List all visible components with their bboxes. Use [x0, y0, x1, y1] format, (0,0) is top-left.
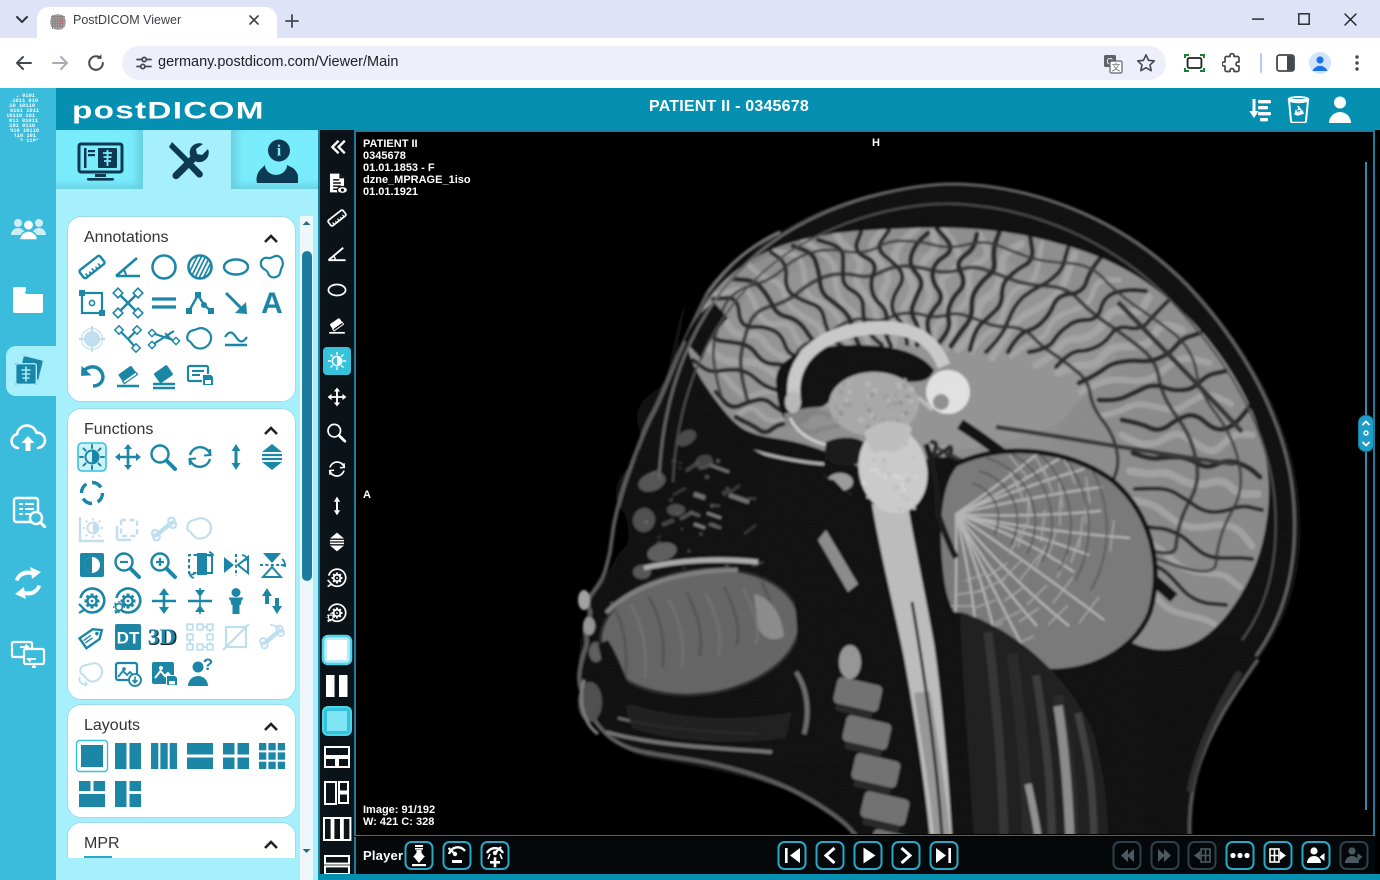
svg-text:0110 1101: 0110 1101 [10, 138, 39, 144]
svg-text:i: i [277, 143, 282, 160]
svg-text:文: 文 [1111, 62, 1120, 73]
svg-text:DT: DT [117, 629, 140, 648]
svg-text:?: ? [203, 655, 213, 674]
svg-text:A: A [261, 287, 283, 320]
svg-text:3D: 3D [148, 624, 176, 648]
